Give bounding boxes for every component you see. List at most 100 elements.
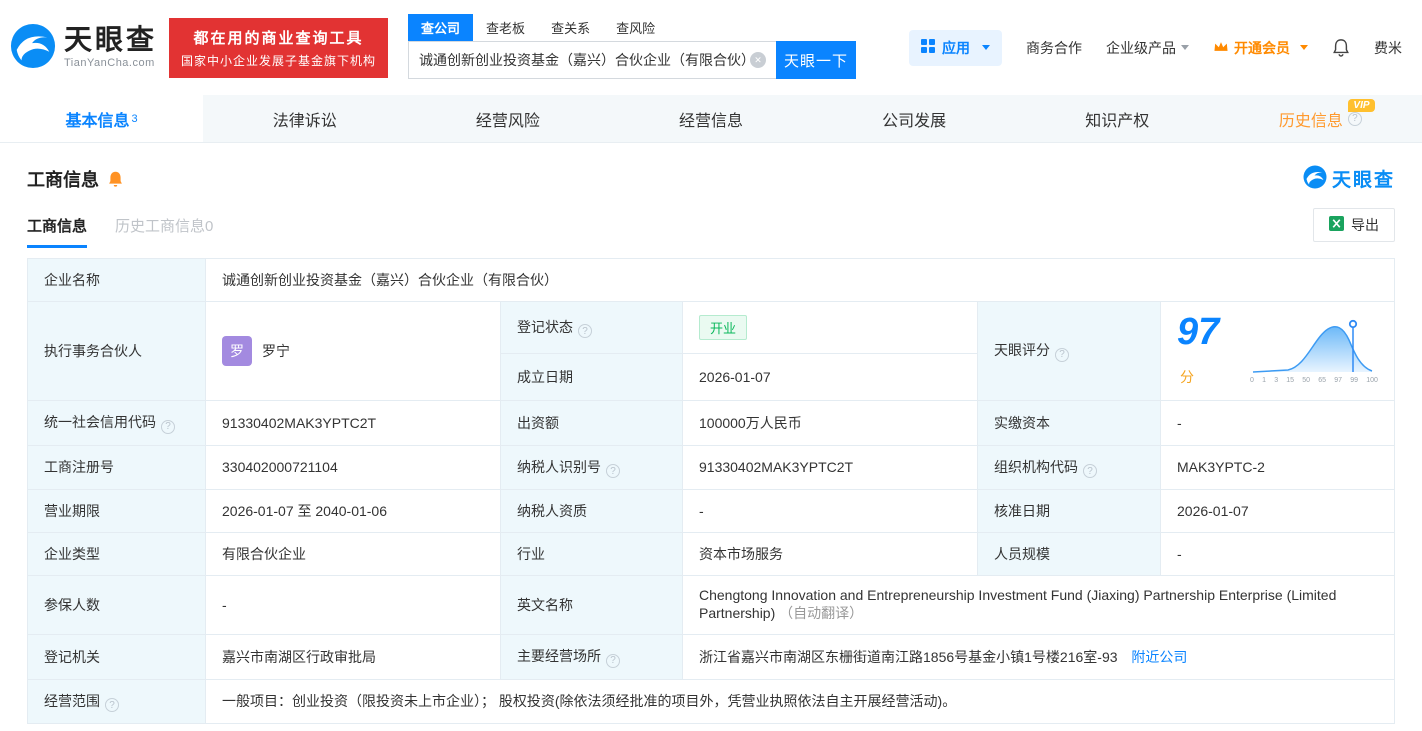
tab-operation-info[interactable]: 经营信息: [609, 95, 812, 142]
search-input-wrap: [408, 41, 777, 79]
credit-code-value: 91330402MAK3YPTC2T: [205, 400, 501, 446]
approval-date-label: 核准日期: [977, 489, 1161, 533]
label-text: 登记机关: [44, 648, 100, 665]
score-label: 天眼评分: [977, 301, 1161, 401]
establish-date-value: 2026-01-07: [682, 353, 978, 401]
search-tab-boss[interactable]: 查老板: [473, 14, 538, 41]
taxpayer-id-label: 纳税人识别号: [500, 444, 683, 490]
menu-cooperation[interactable]: 商务合作: [1026, 38, 1082, 58]
search-area: 查公司 查老板 查关系 查风险 天眼一下: [408, 14, 857, 79]
label-text: 英文名称: [517, 597, 573, 613]
help-icon[interactable]: [1055, 347, 1069, 362]
vip-badge: VIP: [1348, 99, 1375, 112]
table-row: 工商注册号 330402000721104 纳税人识别号 91330402MAK…: [27, 444, 1395, 490]
insured-count-value: -: [205, 575, 501, 635]
apps-grid-icon: [921, 39, 935, 56]
business-term-label: 营业期限: [27, 489, 206, 533]
search-button[interactable]: 天眼一下: [776, 41, 857, 79]
table-row: 登记机关 嘉兴市南湖区行政审批局 主要经营场所 浙江省嘉兴市南湖区东栅街道南江路…: [27, 634, 1395, 680]
tab-history-info[interactable]: VIP 历史信息: [1219, 95, 1422, 142]
subscribe-bell-icon[interactable]: [107, 170, 124, 188]
tab-company-development-label: 公司发展: [882, 112, 947, 130]
nearby-companies-link[interactable]: 附近公司: [1131, 649, 1187, 665]
establish-date-label: 成立日期: [500, 353, 683, 401]
help-icon[interactable]: [105, 698, 119, 712]
logo-domain: TianYanCha.com: [64, 57, 155, 69]
header-menu: 应用 商务合作 企业级产品 开通会员 费米: [909, 29, 1402, 66]
reg-status-value: 开业: [682, 300, 978, 355]
axis-tick: 3: [1274, 377, 1279, 384]
help-icon[interactable]: [1347, 111, 1362, 126]
label-text: 成立日期: [517, 369, 573, 386]
subtab-business-info[interactable]: 工商信息: [27, 215, 88, 248]
top-header: 天眼查 TianYanCha.com 都在用的商业查询工具 国家中小企业发展子基…: [0, 0, 1422, 95]
label-text: 统一社会信用代码: [44, 414, 156, 430]
search-input[interactable]: [419, 52, 751, 68]
menu-enterprise-products[interactable]: 企业级产品: [1106, 38, 1189, 58]
tab-operation-risk[interactable]: 经营风险: [406, 95, 609, 142]
capital-value: 100000万人民币: [682, 400, 978, 446]
label-text: 企业名称: [44, 272, 100, 288]
score-number-text: 97: [1177, 311, 1220, 353]
label-text: 核准日期: [994, 503, 1050, 519]
label-text: 执行事务合伙人: [44, 343, 142, 359]
notification-bell-icon[interactable]: [1332, 38, 1350, 57]
avatar[interactable]: 罗: [222, 336, 252, 366]
excel-icon: [1329, 216, 1344, 234]
tab-legal-litigation[interactable]: 法律诉讼: [203, 95, 406, 142]
search-tabs: 查公司 查老板 查关系 查风险: [408, 14, 856, 41]
clear-search-icon[interactable]: [750, 52, 767, 68]
label-text: 工商注册号: [44, 459, 114, 476]
label-text: 纳税人资质: [517, 503, 587, 519]
search-tab-relation[interactable]: 查关系: [538, 14, 603, 41]
promo-line1: 都在用的商业查询工具: [193, 29, 364, 47]
table-row: 企业类型 有限合伙企业 行业 资本市场服务 人员规模 -: [27, 532, 1395, 576]
label-text: 经营范围: [44, 692, 100, 709]
open-vip-button[interactable]: 开通会员: [1213, 38, 1308, 58]
score-unit: 分: [1180, 369, 1194, 385]
label-text: 组织机构代码: [994, 458, 1078, 475]
status-badge: 开业: [699, 315, 748, 341]
company-name-value: 诚通创新创业投资基金（嘉兴）合伙企业（有限合伙）: [205, 258, 1395, 302]
registry-label: 登记机关: [27, 634, 206, 680]
auto-translate-note: （自动翻译）: [779, 605, 864, 621]
search-tab-company[interactable]: 查公司: [408, 14, 474, 41]
subsection-tabs: 工商信息 历史工商信息0 导出: [0, 192, 1422, 248]
paid-capital-value: -: [1160, 400, 1395, 446]
label-text: 登记状态: [517, 318, 573, 335]
search-tab-risk[interactable]: 查风险: [603, 14, 668, 41]
credit-code-label: 统一社会信用代码: [27, 400, 206, 446]
business-scope-value: 一般项目：创业投资（限投资未上市企业）； 股权投资(除依法须经批准的项目外，凭营…: [205, 678, 1395, 724]
tianyancha-logo[interactable]: 天眼查 TianYanCha.com: [10, 23, 157, 72]
tab-basic-info[interactable]: 基本信息 3: [0, 95, 204, 142]
help-icon[interactable]: [606, 653, 620, 668]
promo-banner: 都在用的商业查询工具 国家中小企业发展子基金旗下机构: [169, 17, 389, 78]
registry-value: 嘉兴市南湖区行政审批局: [205, 634, 501, 680]
reg-number-label: 工商注册号: [27, 444, 206, 490]
export-button[interactable]: 导出: [1313, 208, 1395, 242]
address-text: 浙江省嘉兴市南湖区东栅街道南江路1856号基金小镇1号楼216室-93: [699, 648, 1118, 665]
axis-tick: 100: [1366, 377, 1378, 384]
chevron-down-icon: [1181, 45, 1189, 50]
partner-name-link[interactable]: 罗宁: [262, 341, 290, 361]
help-icon[interactable]: [606, 464, 620, 478]
help-icon[interactable]: [578, 324, 592, 339]
tianyancha-logo-icon: [10, 23, 56, 72]
taxpayer-quality-value: -: [682, 489, 978, 533]
user-menu[interactable]: 费米: [1374, 38, 1402, 58]
english-name-value: Chengtong Innovation and Entrepreneurshi…: [682, 575, 1395, 635]
help-icon[interactable]: [1083, 464, 1097, 478]
table-row: 营业期限 2026-01-07 至 2040-01-06 纳税人资质 - 核准日…: [27, 489, 1395, 533]
apps-menu-label: 应用: [942, 39, 970, 56]
approval-date-value: 2026-01-07: [1160, 489, 1395, 533]
apps-menu[interactable]: 应用: [909, 29, 1002, 66]
help-icon[interactable]: [161, 419, 175, 434]
subtab-history-business-info[interactable]: 历史工商信息0: [115, 215, 213, 248]
watermark-logo: 天眼查: [1303, 165, 1395, 192]
company-type-label: 企业类型: [27, 532, 206, 576]
table-row: 企业名称 诚通创新创业投资基金（嘉兴）合伙企业（有限合伙）: [27, 258, 1395, 302]
tab-company-development[interactable]: 公司发展: [813, 95, 1016, 142]
tab-intellectual-property[interactable]: 知识产权: [1016, 95, 1219, 142]
table-row: 参保人数 - 英文名称 Chengtong Innovation and Ent…: [27, 575, 1395, 635]
taxpayer-id-value: 91330402MAK3YPTC2T: [682, 444, 978, 490]
